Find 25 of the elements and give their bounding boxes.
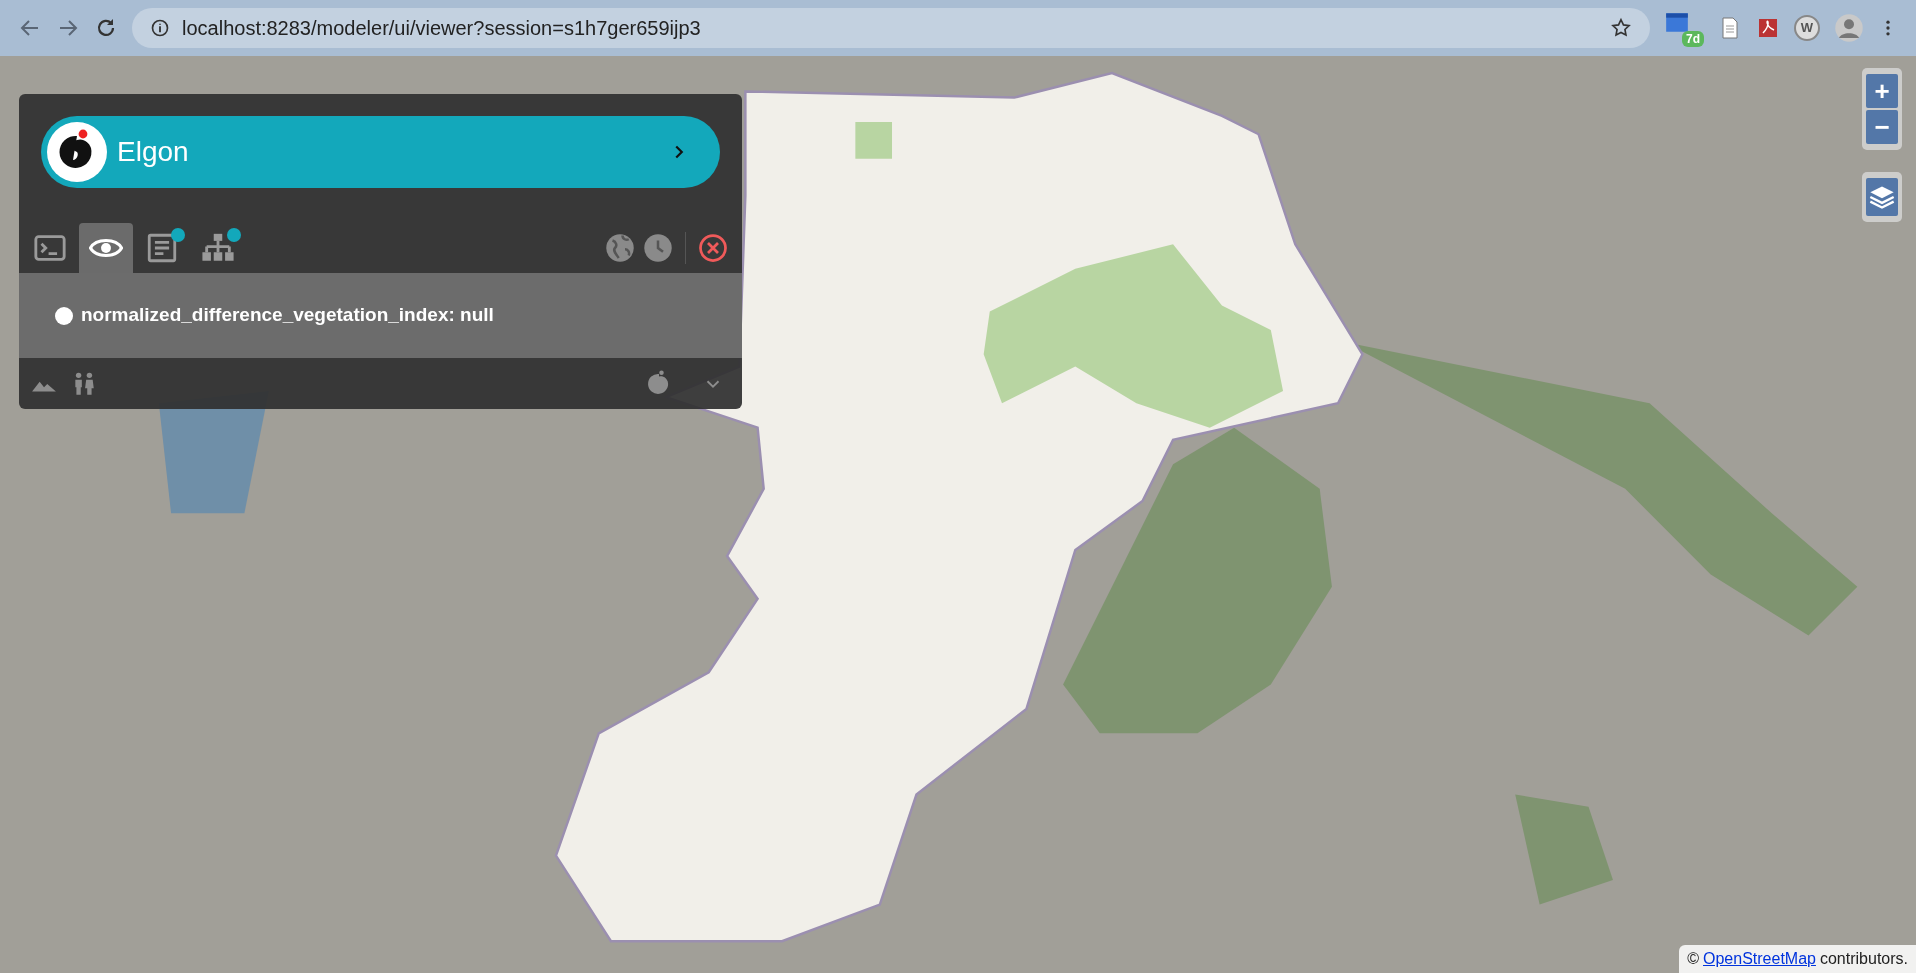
avatar-icon[interactable] bbox=[1834, 13, 1864, 43]
extension-letter[interactable]: W bbox=[1794, 15, 1820, 41]
viewer-tab[interactable] bbox=[79, 223, 133, 273]
close-icon[interactable] bbox=[698, 233, 728, 263]
observation-text: normalized_difference_vegetation_index: null bbox=[81, 303, 494, 328]
context-title: Elgon bbox=[117, 135, 190, 169]
context-header[interactable]: Elgon bbox=[41, 116, 720, 188]
info-icon[interactable] bbox=[150, 18, 170, 38]
url-text: localhost:8283/modeler/ui/viewer?session=s1h7ger659ijp3 bbox=[182, 16, 701, 41]
document-icon bbox=[145, 231, 179, 265]
zoom-in-button[interactable]: + bbox=[1866, 74, 1898, 108]
status-dot bbox=[55, 306, 73, 325]
extension-badge: 7d bbox=[1682, 31, 1704, 47]
openstreetmap-link[interactable]: OpenStreetMap bbox=[1703, 947, 1816, 971]
copyright-symbol: © bbox=[1687, 949, 1699, 969]
pdf-icon[interactable] bbox=[1756, 16, 1780, 40]
clock-icon[interactable] bbox=[643, 233, 673, 263]
logo-icon bbox=[47, 122, 107, 182]
layers-button[interactable] bbox=[1866, 178, 1898, 216]
calendar-extension[interactable]: 7d bbox=[1664, 9, 1704, 47]
globe-icon[interactable] bbox=[605, 233, 635, 263]
address-bar[interactable]: localhost:8283/modeler/ui/viewer?session=s1h7ger659ijp3 bbox=[132, 8, 1650, 48]
zoom-out-button[interactable]: − bbox=[1866, 110, 1898, 144]
star-icon[interactable] bbox=[1610, 17, 1632, 39]
attribution-text: contributors. bbox=[1819, 949, 1908, 969]
